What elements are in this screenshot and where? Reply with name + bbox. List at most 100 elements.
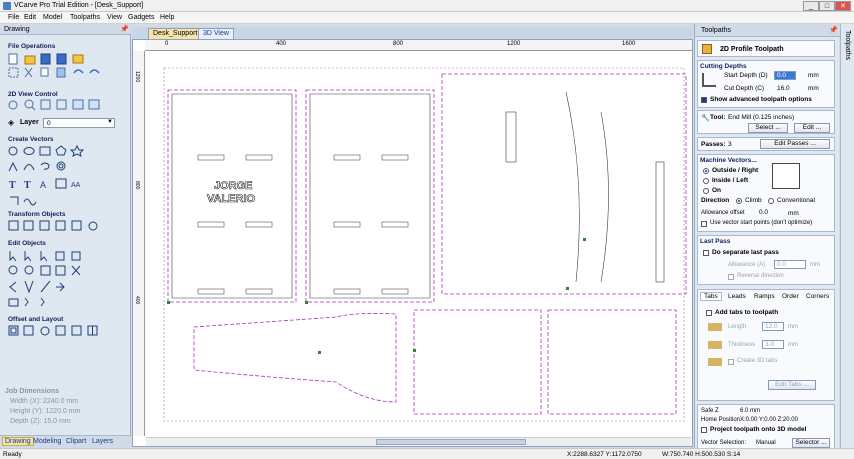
start-depth-input[interactable]: 0.0 xyxy=(774,71,796,80)
subtract-icon[interactable] xyxy=(40,265,51,276)
new-file-icon[interactable] xyxy=(8,53,18,65)
radio-on[interactable] xyxy=(703,188,709,194)
project-toolpath-checkbox[interactable] xyxy=(701,427,707,433)
menu-view[interactable]: View xyxy=(107,14,122,21)
intersect-icon[interactable] xyxy=(55,265,66,276)
side-strip-toolpaths-tab[interactable]: Toolpaths xyxy=(844,30,851,60)
tab-ramps[interactable]: Ramps xyxy=(754,293,775,300)
undo-icon[interactable] xyxy=(73,69,84,74)
view-material-icon[interactable] xyxy=(72,99,84,110)
redo-icon[interactable] xyxy=(89,69,100,74)
array-copy-icon[interactable] xyxy=(40,326,50,336)
trace-bitmap-icon[interactable] xyxy=(55,178,67,189)
dimension-icon[interactable] xyxy=(56,161,66,171)
engraving-line-1[interactable]: JORGE xyxy=(214,180,253,193)
menu-help[interactable]: Help xyxy=(160,14,174,21)
separate-last-pass-checkbox[interactable] xyxy=(703,250,709,256)
menu-file[interactable]: File xyxy=(8,14,19,21)
selector-button[interactable]: Selector ... xyxy=(792,438,830,448)
scroll-thumb[interactable] xyxy=(376,439,526,445)
rectangle-icon[interactable] xyxy=(39,146,51,156)
reverse-direction-checkbox[interactable] xyxy=(728,274,734,280)
tab-tabs[interactable]: Tabs xyxy=(700,292,722,301)
radio-outside[interactable] xyxy=(703,168,709,174)
tab-desk-support[interactable]: Desk_Support xyxy=(148,28,203,39)
add-tabs-checkbox[interactable] xyxy=(706,310,712,316)
interactive-icon[interactable] xyxy=(40,251,48,262)
zoom-in-icon[interactable] xyxy=(24,99,36,111)
import-icon[interactable] xyxy=(72,54,84,64)
mirror-icon[interactable] xyxy=(55,220,66,231)
text-icon[interactable]: T xyxy=(9,180,16,191)
zoom-selection-icon[interactable] xyxy=(56,99,67,110)
save-icon[interactable] xyxy=(40,53,51,65)
tab-layers[interactable]: Layers xyxy=(92,438,113,445)
join-icon[interactable] xyxy=(8,265,18,275)
menu-model[interactable]: Model xyxy=(43,14,62,21)
create-3d-tabs-checkbox[interactable] xyxy=(728,359,734,365)
length-input[interactable]: 12.0 xyxy=(762,322,784,331)
show-advanced-checkbox[interactable] xyxy=(701,97,707,103)
grid-array-icon[interactable] xyxy=(87,325,98,336)
extend-icon[interactable] xyxy=(9,281,17,293)
part-bottom-mid[interactable] xyxy=(413,309,542,415)
tool-select-button[interactable]: Select ... xyxy=(748,123,788,133)
tab-clipart[interactable]: Clipart xyxy=(66,438,86,445)
tab-leads[interactable]: Leads xyxy=(728,293,746,300)
ungroup-icon[interactable] xyxy=(71,251,81,261)
ellipse-icon[interactable] xyxy=(23,147,35,155)
cut-icon[interactable] xyxy=(24,67,33,78)
maximize-button[interactable]: □ xyxy=(819,1,835,11)
copy-icon[interactable] xyxy=(40,67,49,77)
align-icon[interactable] xyxy=(23,220,34,231)
drawing-canvas[interactable]: JORGE VALERIO xyxy=(146,52,691,437)
step-repeat-icon[interactable] xyxy=(71,325,82,336)
allowance-input[interactable]: 0.0 xyxy=(756,208,778,217)
boolean-icon[interactable] xyxy=(8,298,19,307)
bracket-icon[interactable] xyxy=(24,297,29,307)
radio-climb[interactable] xyxy=(736,198,742,204)
open-file-icon[interactable] xyxy=(24,55,36,65)
vector-drawing[interactable]: JORGE VALERIO xyxy=(146,52,691,437)
layer-select[interactable]: 0 ▼ xyxy=(43,118,115,128)
edit-tabs-button[interactable]: Edit Tabs ... xyxy=(768,380,816,390)
tool-edit-button[interactable]: Edit ... xyxy=(794,123,830,133)
cut-depth-input[interactable]: 16.0 xyxy=(774,84,796,93)
circular-array-icon[interactable] xyxy=(55,325,66,336)
circle-icon[interactable] xyxy=(8,146,18,156)
rotate-icon[interactable] xyxy=(71,220,82,231)
tab-corners[interactable]: Corners xyxy=(806,293,829,300)
thickness-input[interactable]: 3.0 xyxy=(762,340,784,349)
radio-inside[interactable] xyxy=(703,178,709,184)
curve-icon[interactable] xyxy=(23,164,35,171)
menu-gadgets[interactable]: Gadgets xyxy=(128,14,154,21)
allowance-a-input[interactable]: 0.0 xyxy=(774,260,806,269)
pin-icon-right[interactable]: 📌 xyxy=(829,26,838,34)
radio-conventional[interactable] xyxy=(768,198,774,204)
menu-toolpaths[interactable]: Toolpaths xyxy=(70,14,100,21)
part-leg[interactable] xyxy=(193,313,397,403)
horizontal-scrollbar[interactable] xyxy=(146,437,691,446)
engraving-line-2[interactable]: VALERIO xyxy=(207,193,256,206)
tab-drawing[interactable]: Drawing xyxy=(2,437,34,446)
save-as-icon[interactable] xyxy=(56,53,67,65)
weld-icon[interactable] xyxy=(24,265,34,275)
select-icon[interactable] xyxy=(8,67,19,78)
wave-icon[interactable] xyxy=(23,198,37,206)
spiral-icon[interactable] xyxy=(40,162,50,170)
pan-icon[interactable] xyxy=(8,100,18,110)
close-button[interactable]: ✕ xyxy=(835,1,851,11)
node-edit-icon[interactable] xyxy=(24,251,32,262)
minimize-button[interactable]: _ xyxy=(803,1,819,11)
tab-order[interactable]: Order xyxy=(782,293,799,300)
star-icon[interactable] xyxy=(69,145,85,157)
close-vector-icon[interactable] xyxy=(56,282,65,292)
trim-icon[interactable] xyxy=(71,265,81,276)
pin-icon[interactable]: 📌 xyxy=(120,25,129,33)
offset-curve-icon[interactable] xyxy=(24,280,34,294)
text-on-curve-icon[interactable]: T xyxy=(24,180,31,191)
view-all-icon[interactable] xyxy=(88,99,100,110)
tab-3d-view[interactable]: 3D View xyxy=(198,28,234,39)
use-start-points-checkbox[interactable] xyxy=(701,221,707,227)
tab-modeling[interactable]: Modeling xyxy=(33,438,61,445)
